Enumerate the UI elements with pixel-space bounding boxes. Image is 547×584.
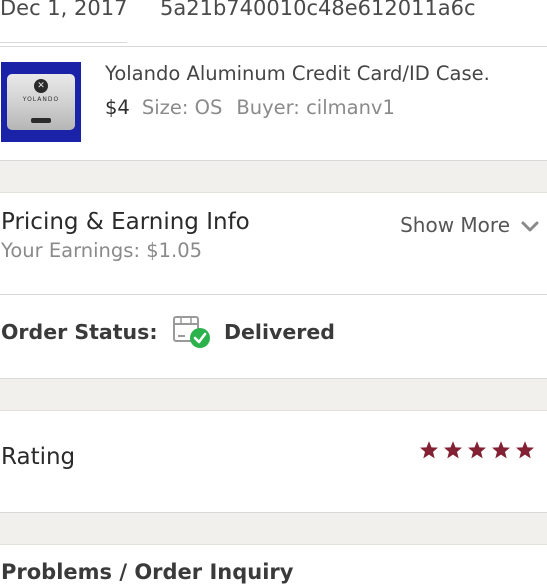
rating-stars	[415, 440, 535, 464]
show-more-label: Show More	[400, 213, 510, 237]
pricing-heading: Pricing & Earning Info	[1, 209, 250, 235]
section-gap	[0, 379, 547, 411]
star-icon	[468, 441, 486, 459]
rating-label: Rating	[1, 444, 76, 470]
order-status-value: Delivered	[224, 320, 335, 344]
product-thumbnail[interactable]: ✕ YOLANDO	[1, 62, 81, 142]
order-status-label: Order Status:	[1, 320, 158, 344]
section-gap	[0, 161, 547, 193]
card-case-image: ✕ YOLANDO	[7, 74, 75, 130]
star-icon	[444, 441, 462, 459]
item-meta: $4 Size: OS Buyer: cilmanv1	[105, 96, 395, 119]
pricing-heading-block: Pricing & Earning Info Your Earnings: $1…	[1, 209, 250, 262]
order-date: Dec 1, 2017	[0, 0, 128, 43]
case-clasp	[31, 118, 51, 123]
star-icon	[516, 441, 534, 459]
order-header: Dec 1, 2017 5a21b740010c48e612011a6c	[0, 0, 547, 47]
chevron-down-icon	[520, 215, 540, 239]
item-size: Size: OS	[141, 96, 223, 119]
order-id: 5a21b740010c48e612011a6c	[160, 0, 476, 20]
earnings-text: Your Earnings: $1.05	[1, 239, 203, 262]
show-more-button[interactable]: Show More	[400, 213, 540, 239]
section-gap	[0, 513, 547, 545]
star-icon	[420, 441, 438, 459]
problems-order-inquiry-link[interactable]: Problems / Order Inquiry	[1, 560, 293, 584]
brand-logo-text: YOLANDO	[22, 96, 60, 103]
item-title[interactable]: Yolando Aluminum Credit Card/ID Case.	[105, 62, 490, 85]
brand-logo-icon: ✕	[34, 79, 48, 93]
item-price: $4	[105, 96, 130, 119]
package-delivered-icon	[172, 313, 214, 355]
star-icon	[492, 441, 510, 459]
item-buyer: Buyer: cilmanv1	[236, 96, 395, 119]
